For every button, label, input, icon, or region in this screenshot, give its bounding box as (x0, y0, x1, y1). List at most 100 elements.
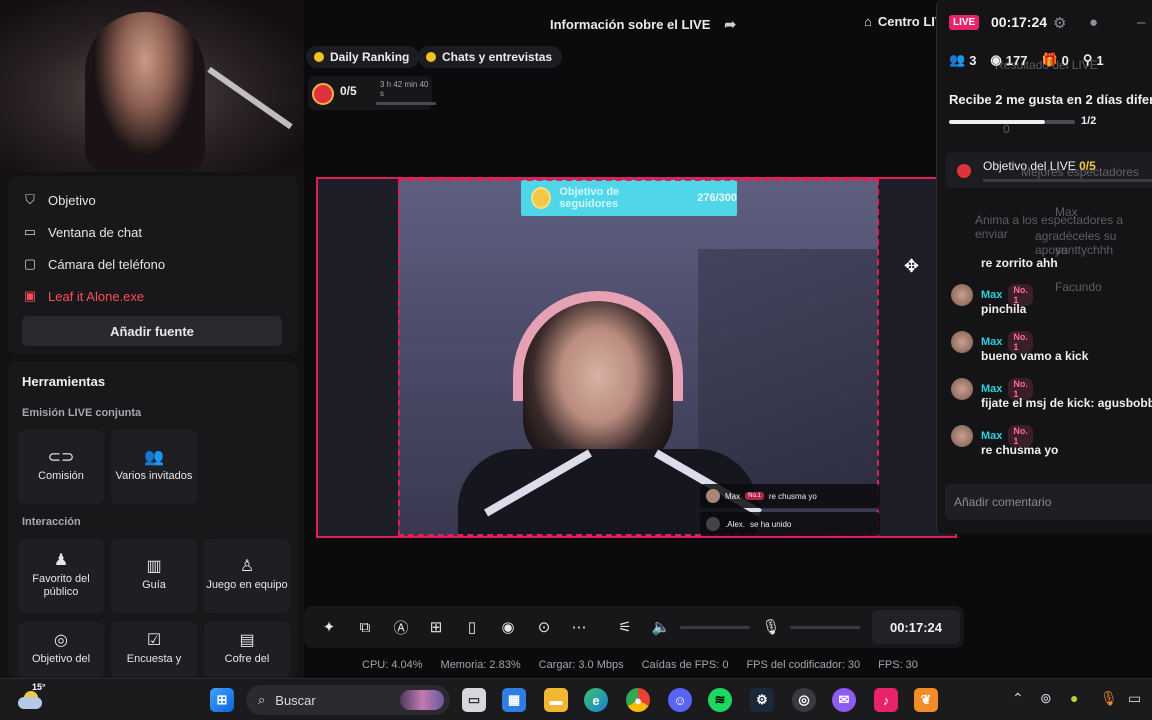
views-count: 177 (1005, 52, 1028, 68)
minimize-icon[interactable]: – (1137, 14, 1145, 31)
tool-comision[interactable]: ⊂⊃ Comisión (18, 430, 104, 504)
source-chat-window[interactable]: ▭ Ventana de chat (22, 222, 142, 242)
chat-icon (426, 52, 436, 62)
source-phone-camera[interactable]: ▢ Cámara del teléfono (22, 254, 165, 274)
overlay-chat-row: .Alex. se ha unido (700, 512, 880, 536)
message-text: fijate el msj de kick: agusbobb (981, 396, 1152, 410)
home-icon: ⌂ (864, 14, 872, 29)
tool-objetivo-del[interactable]: ◎ Objetivo del (18, 622, 104, 678)
steam-icon[interactable]: ⚙ (750, 688, 774, 712)
chat-overlay[interactable]: Max No.1 re chusma yo .Alex. se ha unido (700, 484, 880, 538)
display-icon[interactable]: ▭ (1128, 690, 1141, 707)
layout-icon[interactable]: ⊞ (425, 616, 447, 638)
search-icon: ⌕ (258, 692, 266, 707)
tool-favorito[interactable]: ♟ Favorito del público (18, 539, 104, 613)
chip-label: Chats y entrevistas (442, 50, 553, 64)
tool-cofre[interactable]: ▤ Cofre del (204, 622, 290, 678)
windows-start-icon[interactable]: ⊞ (210, 688, 234, 712)
live-info-header[interactable]: Información sobre el LIVE ➦ (550, 16, 736, 33)
obs-icon[interactable]: ◎ (792, 688, 816, 712)
target-icon: ◎ (54, 632, 68, 649)
mic-slider[interactable] (790, 626, 860, 629)
stream-preview[interactable]: Objetivo de seguidores 276/300 Max No.1 … (316, 177, 957, 538)
microphone-icon[interactable]: 🎙 (760, 616, 782, 638)
edge-icon[interactable]: e (584, 688, 608, 712)
task-progress-bar (949, 120, 1045, 124)
store-icon[interactable]: ▦ (502, 688, 526, 712)
chrome-icon[interactable]: ● (626, 688, 650, 712)
avatar (706, 517, 720, 531)
canvas-margin-left (318, 179, 398, 536)
weather-widget[interactable]: 15° (16, 682, 46, 711)
viewers-stat[interactable]: 👥 3 (949, 52, 976, 68)
speaker-icon[interactable]: 🔈 (650, 616, 672, 638)
comment-input[interactable]: Añadir comentario (945, 484, 1152, 520)
more-icon[interactable]: ⋯ (568, 616, 590, 638)
phone-icon[interactable]: ▯ (461, 616, 483, 638)
message-text: bueno vamo a kick (981, 349, 1089, 363)
live-goal-widget[interactable]: 0/5 3 h 42 min 40 s (308, 76, 436, 110)
daily-ranking-chip[interactable]: Daily Ranking (306, 46, 420, 68)
network-icon[interactable]: ⊚ (1040, 690, 1052, 707)
section-interaction: Interacción (22, 516, 81, 528)
chevron-up-icon[interactable]: ⌃ (1012, 690, 1024, 707)
follows-count: 1 (1096, 52, 1104, 68)
avatar (951, 378, 973, 400)
add-user-icon: ⚲ (1082, 52, 1093, 67)
ai-icon[interactable]: Ⓐ (390, 616, 412, 638)
phone-camera-icon: ▢ (23, 256, 37, 271)
tool-varios-invitados[interactable]: 👥 Varios invitados (111, 430, 197, 504)
folder-icon[interactable]: ▬ (544, 688, 568, 712)
source-objetivo[interactable]: ⛉ Objetivo (22, 190, 96, 210)
gear-icon[interactable]: ⚙ (1053, 14, 1066, 32)
temperature: 15° (32, 682, 46, 692)
settings-sliders-icon[interactable]: ⚟ (614, 616, 636, 638)
tool-guia[interactable]: ▥ Guía (111, 539, 197, 613)
goal-progress-bar (376, 102, 436, 105)
chat-app-icon[interactable]: ✉ (832, 688, 856, 712)
stream-timer: 00:17:24 (872, 610, 960, 644)
avatar[interactable]: ● (1089, 14, 1098, 31)
tool-juego-equipo[interactable]: ♙ Juego en equipo (204, 539, 290, 613)
overlay-chat-row: Max No.1 re chusma yo (700, 484, 880, 508)
fps-stat: FPS: 30 (878, 659, 918, 671)
record-icon[interactable]: ◉ (497, 616, 519, 638)
tools-panel: Herramientas Emisión LIVE conjunta ⊂⊃ Co… (8, 362, 298, 678)
book-icon: ▥ (146, 558, 162, 575)
spotify-icon[interactable]: ≋ (708, 688, 732, 712)
nvidia-icon[interactable]: ● (1070, 690, 1078, 706)
follows-stat[interactable]: ⚲ 1 (1083, 52, 1104, 68)
selection-box[interactable] (398, 179, 879, 536)
source-leaf-it-alone[interactable]: ▣ Leaf it Alone.exe (22, 286, 144, 306)
performance-stats: CPU: 4.04% Memoria: 2.83% Cargar: 3.0 Mb… (362, 659, 918, 671)
tiktok-live-icon[interactable]: ♪ (874, 688, 898, 712)
goal-time-left: 3 h 42 min 40 s (380, 80, 429, 98)
volume-slider[interactable] (680, 626, 750, 629)
tool-encuesta[interactable]: ☑ Encuesta y (111, 622, 197, 678)
leaf-icon[interactable]: ❦ (914, 688, 938, 712)
microphone-tray-icon[interactable]: 🎙 (1100, 690, 1118, 707)
task-view-icon[interactable]: ▭ (462, 688, 486, 712)
magic-wand-icon[interactable]: ✦ (318, 616, 340, 638)
source-label: Objetivo (48, 192, 96, 208)
viewers-count: 3 (969, 52, 977, 68)
task-progress: 1/2 (1081, 115, 1097, 127)
effects-icon[interactable]: ⧉ (354, 616, 376, 638)
rank-badge: No.1 (745, 492, 764, 500)
discord-icon[interactable]: ☺ (668, 688, 692, 712)
audience-icon: ♟ (53, 551, 69, 569)
link-icon: ⊂⊃ (47, 449, 75, 466)
left-panel: ⛉ Objetivo ▭ Ventana de chat ▢ Cámara de… (0, 0, 304, 678)
move-cursor-icon: ✥ (904, 256, 920, 276)
chats-chip[interactable]: Chats y entrevistas (418, 46, 563, 68)
taskbar-search[interactable]: ⌕ Buscar (246, 685, 450, 715)
centro-live-link[interactable]: ⌂ Centro LIV (864, 14, 944, 29)
add-source-button[interactable]: Añadir fuente (22, 316, 282, 346)
gifts-stat[interactable]: 🎁 0 (1041, 52, 1068, 68)
share-icon[interactable]: ➦ (724, 16, 736, 33)
replay-icon[interactable]: ⊙ (533, 616, 555, 638)
live-chat-panel: LIVE 00:17:24 ⚙ ● – Resultado del LIVE 👥… (936, 0, 1152, 534)
app-window-icon: ▣ (23, 288, 37, 303)
views-stat[interactable]: ◉ 177 (990, 52, 1027, 68)
apple-icon (957, 164, 971, 178)
